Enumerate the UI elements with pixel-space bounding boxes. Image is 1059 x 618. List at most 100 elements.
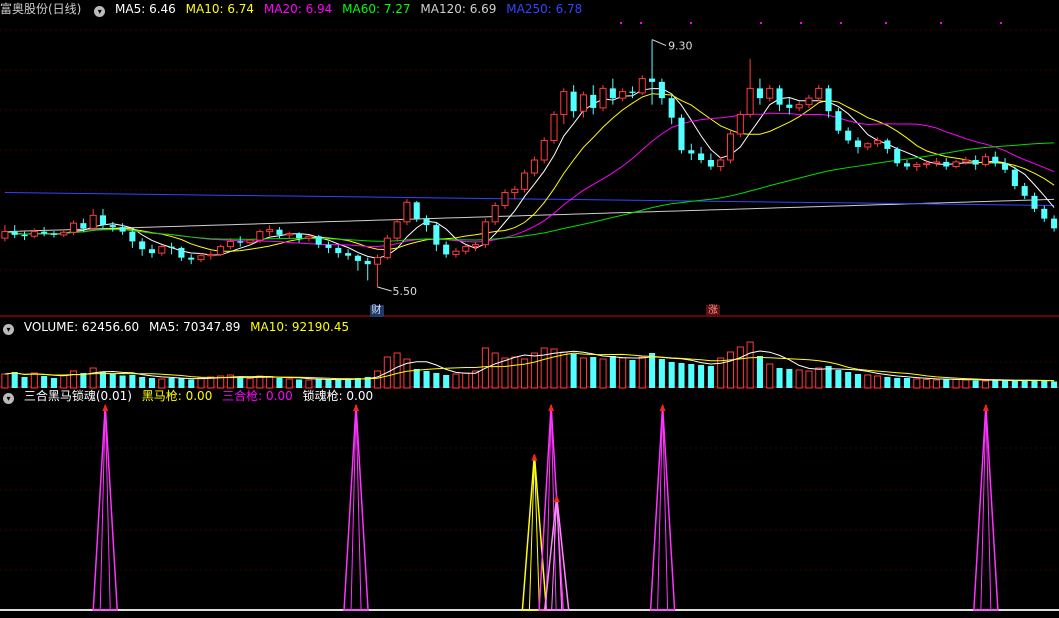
candle-body (619, 91, 627, 99)
volume-bar (1031, 380, 1038, 388)
candle-body (70, 222, 78, 233)
candle-body (913, 164, 921, 168)
volume-bar (707, 366, 714, 388)
signal-dot (690, 22, 692, 24)
candle-body (41, 231, 48, 234)
candle-body (992, 156, 999, 164)
low-marker-line (377, 286, 392, 292)
signal-arrow-icon (982, 404, 989, 411)
indicator-spike (649, 404, 676, 611)
candle-body (383, 237, 391, 259)
finance-tag[interactable]: 财 (369, 305, 384, 317)
candle-body (335, 247, 342, 254)
indicator-spike (538, 404, 564, 611)
candle-body (756, 88, 763, 99)
volume-bar (894, 378, 901, 388)
volume-bar (305, 379, 313, 389)
candle-body (481, 221, 489, 246)
stock-chart[interactable]: 9.30 5.50 (0, 0, 1059, 618)
candle-body (1031, 195, 1038, 209)
candle-body (629, 91, 636, 93)
volume-bar (560, 351, 568, 389)
volume-bar (903, 378, 911, 388)
volume-bar (629, 360, 636, 388)
candle-body (815, 87, 823, 99)
candle-body (981, 156, 989, 166)
volume-bar (237, 377, 244, 388)
candle-body (962, 159, 970, 163)
candle-body (296, 233, 303, 239)
volume-bar (619, 357, 627, 389)
candle-body (462, 246, 470, 252)
volume-bar (786, 369, 793, 388)
volume-bar (992, 380, 999, 388)
candle-body (276, 229, 283, 235)
volume-bar (805, 370, 813, 389)
candle-body (315, 236, 322, 245)
candle-body (80, 223, 87, 229)
volume-bar (845, 372, 852, 388)
candle-body (30, 231, 38, 237)
signal-dot (940, 22, 942, 24)
signal-arrow-icon (548, 404, 555, 411)
volume-bar (266, 376, 274, 389)
candle-body (501, 192, 509, 207)
indicator-spike (521, 454, 548, 611)
candle-body (178, 247, 185, 258)
candle-body (835, 111, 842, 131)
candle-body (50, 233, 57, 235)
signal-dot (1000, 22, 1002, 24)
candle-body (305, 235, 313, 239)
signal-arrow-icon (531, 453, 538, 461)
volume-bar (726, 351, 735, 389)
candle-body (825, 88, 832, 112)
candle-body (393, 221, 401, 239)
candle-body (99, 215, 106, 226)
volume-bar (756, 356, 763, 388)
signal-arrow-icon (353, 404, 360, 411)
volume-bar (972, 380, 979, 388)
candle-body (658, 81, 665, 99)
volume-bar (345, 379, 352, 388)
volume-bar (393, 352, 401, 389)
ma5-line (4, 88, 1055, 259)
volume-bar (296, 379, 303, 388)
candle-body (373, 257, 382, 265)
candle-body (1, 231, 9, 239)
rise-tag[interactable]: 涨 (706, 305, 720, 317)
volume-bar (981, 380, 989, 389)
candle-body (884, 140, 891, 149)
candle-body (491, 205, 499, 223)
candle-body (119, 227, 126, 232)
low-price-label: 5.50 (393, 285, 418, 298)
volume-bar (815, 367, 823, 389)
candle-body (452, 250, 460, 255)
candle-body (217, 246, 225, 255)
volume-bar (129, 375, 136, 388)
volume-bar (501, 357, 509, 389)
candle-body (560, 91, 568, 115)
candle-body (736, 113, 744, 135)
volume-ma5-line (4, 350, 1055, 382)
volume-bar (60, 374, 68, 389)
candle-body (148, 249, 156, 254)
volume-bar (609, 356, 616, 388)
candle-body (345, 253, 352, 256)
candle-body (854, 140, 862, 147)
candle-body (1021, 186, 1028, 196)
volume-bar (1011, 381, 1018, 388)
ma120-line (4, 198, 1055, 233)
indicator-spike (92, 404, 119, 611)
candle-body (923, 162, 931, 166)
volume-bar (746, 341, 754, 389)
volume-bar (579, 357, 587, 389)
volume-bar (668, 362, 675, 388)
volume-bar (736, 346, 744, 389)
volume-bar (89, 367, 97, 389)
candle-body (874, 139, 882, 145)
high-price-label: 9.30 (668, 40, 693, 53)
volume-bar (962, 379, 970, 389)
volume-bar (638, 356, 646, 389)
volume-bar (276, 378, 283, 388)
volume-bar (1002, 380, 1009, 388)
